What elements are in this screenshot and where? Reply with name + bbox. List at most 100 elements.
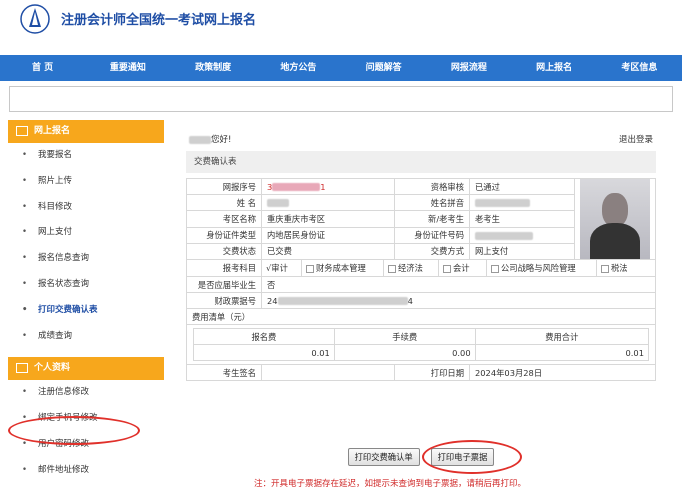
- sidebar: 网上报名 我要报名 照片上传 科目修改 网上支付 报名信息查询 报名状态查询 打…: [8, 120, 164, 500]
- value-reg-no: 31: [261, 177, 395, 196]
- fee-value-service: 0.00: [333, 344, 476, 361]
- label-pay-status: 交费状态: [186, 242, 262, 261]
- label-print-date: 打印日期: [394, 364, 470, 381]
- sidebar-item-edit-registration[interactable]: 注册信息修改: [8, 380, 164, 406]
- label-invoice-no: 财政票据号: [186, 292, 262, 309]
- subject-label: 财务成本管理: [316, 263, 366, 273]
- checkbox-icon: [306, 264, 314, 273]
- subject-economic-law: 经济法: [384, 260, 439, 276]
- sidebar-section-title: 个人资料: [34, 363, 71, 374]
- monitor-icon: [16, 125, 28, 136]
- invoice-delay-note: 注：开具电子票据存在延迟，如提示未查询到电子票据，请稍后再打印。: [254, 479, 527, 489]
- fee-table-cell: 报名费 手续费 费用合计 0.01 0.00 0.01: [186, 324, 656, 365]
- redacted-id-no: [475, 231, 533, 240]
- subject-accounting: 会计: [439, 260, 487, 276]
- label-reg-no: 网报序号: [186, 177, 262, 196]
- invoice-prefix: 24: [267, 295, 278, 306]
- value-pay-status: 已交费: [261, 242, 395, 261]
- subject-strategy-risk: 公司战略与风险管理: [487, 260, 597, 276]
- subject-label: 公司战略与风险管理: [501, 263, 576, 273]
- sidebar-item-subject-edit[interactable]: 科目修改: [8, 195, 164, 221]
- label-qualification: 资格审核: [394, 177, 470, 196]
- payment-confirmation-table: 网报序号 31 资格审核 已通过 姓 名 姓名拼音 考区名称 重庆重庆市考区 新…: [186, 177, 656, 381]
- sidebar-item-info-query[interactable]: 报名信息查询: [8, 246, 164, 272]
- banner-area: [9, 86, 673, 112]
- section-title: 交费确认表: [186, 151, 656, 173]
- label-exam-area: 考区名称: [186, 210, 262, 228]
- value-exam-area: 重庆重庆市考区: [261, 210, 395, 228]
- fee-table: 报名费 手续费 费用合计 0.01 0.00 0.01: [193, 328, 650, 361]
- nav-local-notices[interactable]: 地方公告: [256, 55, 341, 81]
- redacted-pinyin: [475, 199, 530, 208]
- checkbox-icon: [491, 264, 499, 273]
- label-pay-method: 交费方式: [394, 242, 470, 261]
- label-id-no: 身份证件号码: [394, 226, 470, 244]
- cicpa-logo-icon: [20, 4, 50, 34]
- label-subjects: 报考科目: [186, 259, 262, 277]
- sidebar-item-photo-upload[interactable]: 照片上传: [8, 169, 164, 195]
- sidebar-section-profile: 个人资料: [8, 357, 164, 381]
- value-id-type: 内地居民身份证: [261, 226, 395, 244]
- value-invoice-no: 24 4: [261, 292, 656, 309]
- fee-header-registration: 报名费: [193, 328, 335, 345]
- label-fee-list: 费用清单（元）: [186, 308, 656, 325]
- annotation-circle: [422, 440, 522, 474]
- label-id-type: 身份证件类型: [186, 226, 262, 244]
- sidebar-item-status-query[interactable]: 报名状态查询: [8, 272, 164, 298]
- annotation-circle: [8, 416, 140, 445]
- nav-faq[interactable]: 问题解答: [341, 55, 426, 81]
- value-print-date: 2024年03月28日: [469, 364, 656, 381]
- reg-no-suffix: 1: [320, 181, 326, 192]
- greeting-text: 您好!: [211, 135, 232, 145]
- fee-value-registration: 0.01: [193, 344, 335, 361]
- value-qualification: 已通过: [469, 177, 575, 196]
- sidebar-item-edit-email[interactable]: 邮件地址修改: [8, 458, 164, 484]
- nav-online-registration[interactable]: 网上报名: [512, 55, 597, 81]
- value-subjects: √审计 财务成本管理 经济法 会计 公司战略与风险管理 税法: [261, 259, 656, 277]
- invoice-suffix: 4: [407, 295, 413, 306]
- redacted-name: [189, 135, 211, 144]
- nav-process[interactable]: 网报流程: [426, 55, 511, 81]
- redacted-name-value: [267, 199, 289, 208]
- value-id-no: [469, 226, 575, 244]
- nav-exam-area[interactable]: 考区信息: [597, 55, 682, 81]
- sidebar-section-registration: 网上报名: [8, 120, 164, 143]
- label-graduate: 是否应届毕业生: [186, 276, 262, 293]
- nav-home[interactable]: 首 页: [0, 55, 85, 81]
- subject-financial-cost: 财务成本管理: [302, 260, 384, 276]
- site-title: 注册会计师全国统一考试网上报名: [61, 13, 257, 28]
- logout-link[interactable]: 退出登录: [619, 133, 653, 145]
- subject-tax-law: 税法: [597, 260, 655, 276]
- subject-label: 税法: [611, 263, 628, 273]
- main-content: 您好! 退出登录 交费确认表 网报序号 31 资格审核 已通过 姓 名 姓名拼音…: [173, 120, 669, 500]
- sidebar-section-title: 网上报名: [34, 126, 71, 136]
- label-old-new: 新/老考生: [394, 210, 470, 228]
- sidebar-item-print-confirmation[interactable]: 打印交费确认表: [8, 298, 164, 324]
- button-row: 打印交费确认单 打印电子票据: [173, 448, 669, 466]
- candidate-photo: [580, 179, 650, 259]
- value-pay-method: 网上支付: [469, 242, 575, 261]
- main-nav: 首 页 重要通知 政策制度 地方公告 问题解答 网报流程 网上报名 考区信息: [0, 55, 682, 81]
- subject-label: 经济法: [398, 263, 423, 273]
- fee-header-service: 手续费: [333, 328, 476, 345]
- fee-header-total: 费用合计: [474, 328, 650, 345]
- checkbox-icon: [601, 264, 609, 273]
- subject-label: 审计: [271, 263, 288, 273]
- sidebar-item-score-query[interactable]: 成绩查询: [8, 324, 164, 350]
- value-pinyin: [469, 194, 575, 212]
- site-header: 注册会计师全国统一考试网上报名: [0, 0, 682, 55]
- fee-value-total: 0.01: [474, 344, 650, 361]
- nav-notices[interactable]: 重要通知: [85, 55, 170, 81]
- candidate-photo-cell: [574, 178, 656, 260]
- value-old-new: 老考生: [469, 210, 575, 228]
- sidebar-item-register[interactable]: 我要报名: [8, 143, 164, 169]
- sidebar-item-online-payment[interactable]: 网上支付: [8, 220, 164, 246]
- value-name: [261, 194, 395, 212]
- value-graduate: 否: [261, 276, 656, 293]
- welcome-message: 您好!: [189, 133, 231, 145]
- redacted-invoice-no: [277, 297, 408, 305]
- checkbox-icon: [388, 264, 396, 273]
- label-pinyin: 姓名拼音: [394, 194, 470, 212]
- nav-policy[interactable]: 政策制度: [171, 55, 256, 81]
- print-confirmation-button[interactable]: 打印交费确认单: [347, 448, 420, 466]
